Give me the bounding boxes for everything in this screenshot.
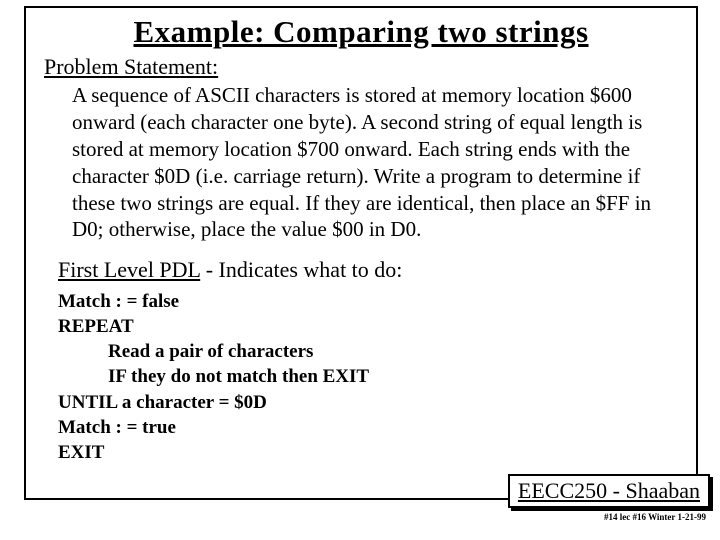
- pdl-line-6: Match : = true: [58, 415, 678, 440]
- pdl-line-3: Read a pair of characters: [108, 339, 678, 364]
- footer-lecture-info: #14 lec #16 Winter 1-21-99: [604, 512, 706, 522]
- footer-course-box: EECC250 - Shaaban: [508, 474, 710, 508]
- pdl-heading: First Level PDL - Indicates what to do:: [58, 257, 678, 283]
- pdl-line-4: IF they do not match then EXIT: [108, 364, 678, 389]
- problem-statement-body: A sequence of ASCII characters is stored…: [72, 82, 678, 243]
- pdl-heading-underline: First Level PDL: [58, 257, 200, 282]
- pdl-line-1: Match : = false: [58, 289, 678, 314]
- pdl-line-7: EXIT: [58, 440, 678, 465]
- footer-course-text: EECC250 - Shaaban: [518, 478, 700, 503]
- pdl-line-2: REPEAT: [58, 314, 678, 339]
- pdl-line-5: UNTIL a character = $0D: [58, 390, 678, 415]
- problem-statement-label: Problem Statement:: [44, 54, 678, 80]
- slide-frame: Example: Comparing two strings Problem S…: [24, 6, 698, 500]
- problem-statement-label-text: Problem Statement:: [44, 54, 218, 79]
- pdl-heading-rest: - Indicates what to do:: [200, 257, 402, 282]
- slide-title: Example: Comparing two strings: [44, 14, 678, 50]
